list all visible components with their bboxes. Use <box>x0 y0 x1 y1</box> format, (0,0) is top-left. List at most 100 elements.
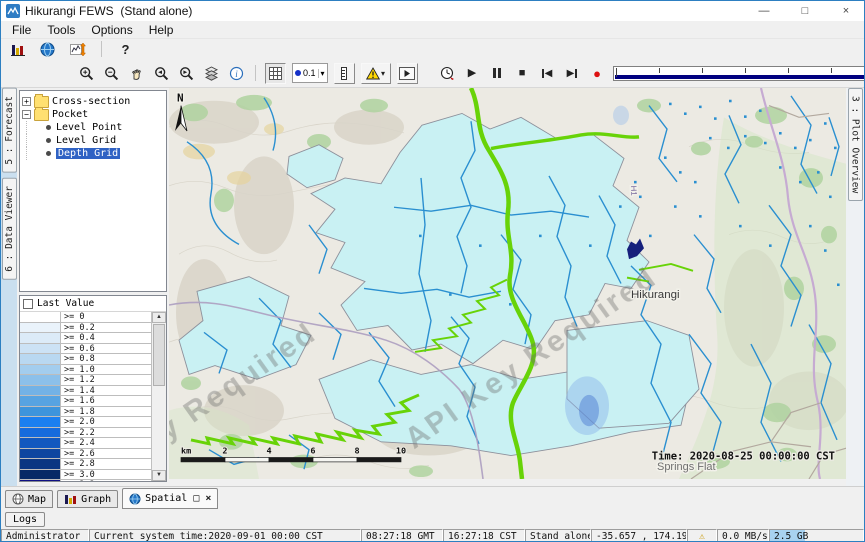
step-end-button[interactable]: ▶ <box>563 64 582 83</box>
close-button[interactable]: × <box>828 1 864 21</box>
legend-row-label: >= 1.2 <box>61 375 95 385</box>
legend-row[interactable]: >= 1.4 <box>20 386 151 397</box>
map-toolbar: i 0.1 ▾ ▾ ▶ ■ ◀ ▶ ● 2020-08-25 <box>1 59 864 88</box>
menu-help[interactable]: Help <box>141 23 182 37</box>
place-label-springs-flat: Springs Flat <box>657 461 716 473</box>
menu-tools[interactable]: Tools <box>39 23 83 37</box>
tab-forecast[interactable]: 5 : Forecast <box>2 88 17 173</box>
bullet-icon <box>46 138 51 143</box>
tree-item-level-point[interactable]: Level Point <box>22 121 164 134</box>
zoom-previous-button[interactable] <box>152 64 171 83</box>
threshold-combo[interactable]: 0.1 ▾ <box>292 63 328 83</box>
chevron-down-icon: ▾ <box>381 69 385 78</box>
title-bar[interactable]: Hikurangi FEWS (Stand alone) — □ × <box>1 1 864 21</box>
legend-row[interactable]: >= 0.8 <box>20 354 151 365</box>
tree-collapse-icon[interactable]: − <box>22 110 31 119</box>
main-toolbar: ? <box>1 39 864 59</box>
legend-row[interactable]: >= 0.6 <box>20 344 151 355</box>
legend-row[interactable]: >= 1.8 <box>20 407 151 418</box>
legend-row[interactable]: >= 2.6 <box>20 449 151 460</box>
tree-expand-icon[interactable]: + <box>22 97 31 106</box>
legend-row[interactable]: >= 0.4 <box>20 333 151 344</box>
pause-button[interactable] <box>488 64 507 83</box>
tree-item-level-grid[interactable]: Level Grid <box>22 134 164 147</box>
grid-display-button[interactable] <box>265 63 286 84</box>
legend-row-label: >= 1.6 <box>61 396 95 406</box>
tree-item-pocket[interactable]: − Pocket <box>22 108 164 121</box>
toolbar-separator <box>255 65 256 81</box>
status-segment-4: Stand alone <box>525 529 591 542</box>
minimize-button[interactable]: — <box>746 1 782 21</box>
time-slider-range <box>615 75 865 79</box>
help-button[interactable]: ? <box>116 40 135 59</box>
legend-row[interactable]: >= 1.2 <box>20 375 151 386</box>
spatial-display-button[interactable] <box>38 40 57 59</box>
layer-tree[interactable]: + Cross-section − Pocket Level Point Lev… <box>19 90 167 292</box>
legend-title: Last Value <box>37 298 94 309</box>
last-value-checkbox[interactable] <box>23 299 33 309</box>
tree-item-depth-grid[interactable]: Depth Grid <box>22 147 164 160</box>
restore-tab-button[interactable]: □ <box>193 493 199 504</box>
maximize-button[interactable]: □ <box>787 1 823 21</box>
menu-bar: File Tools Options Help <box>1 21 864 39</box>
tab-graph[interactable]: Graph <box>57 490 118 508</box>
pan-button[interactable] <box>127 64 146 83</box>
scroll-down-icon[interactable]: ▼ <box>152 470 166 481</box>
legend-swatch <box>20 386 61 396</box>
menu-file[interactable]: File <box>4 23 39 37</box>
tab-plot-overview[interactable]: 3 : Plot Overview <box>848 88 863 201</box>
stop-button[interactable]: ■ <box>513 64 532 83</box>
tab-spatial[interactable]: Spatial □ × <box>122 488 218 509</box>
legend-row[interactable]: >= 0 <box>20 312 151 323</box>
legend-panel: Last Value >= 0>= 0.2>= 0.4>= 0.6>= 0.8>… <box>19 295 167 482</box>
legend-row[interactable]: >= 3.0 <box>20 470 151 481</box>
thresholds-warning-button[interactable]: ▾ <box>361 63 391 84</box>
time-step-button[interactable] <box>438 64 457 83</box>
legend-row[interactable]: >= 2.0 <box>20 417 151 428</box>
menu-options[interactable]: Options <box>83 23 140 37</box>
close-tab-button[interactable]: × <box>205 493 211 504</box>
legend-row-label: >= 1.0 <box>61 365 95 375</box>
zoom-next-button[interactable] <box>177 64 196 83</box>
layers-button[interactable] <box>202 64 221 83</box>
legend-row[interactable]: >= 2.4 <box>20 438 151 449</box>
database-display-button[interactable] <box>8 40 27 59</box>
legend-row[interactable]: >= 2.2 <box>20 428 151 439</box>
tab-data-viewer[interactable]: 6 : Data Viewer <box>2 178 17 280</box>
legend-row-label: >= 2.6 <box>61 449 95 459</box>
timeseries-dialog-button[interactable] <box>68 40 87 59</box>
scrollbar-thumb[interactable] <box>153 324 165 386</box>
info-button[interactable]: i <box>227 64 246 83</box>
threshold-value: 0.1 <box>303 68 316 78</box>
globe-icon <box>129 493 141 505</box>
legend-row[interactable]: >= 1.6 <box>20 396 151 407</box>
scale-bar-label: 10 <box>396 446 406 456</box>
legend-row[interactable]: >= 3.2 <box>20 480 151 481</box>
legend-row[interactable]: >= 0.2 <box>20 323 151 334</box>
map-viewport[interactable]: API Key Required API Key Required Hikura… <box>169 88 846 486</box>
logs-button[interactable]: Logs <box>5 512 45 527</box>
record-button[interactable]: ● <box>588 64 607 83</box>
zoom-in-button[interactable] <box>77 64 96 83</box>
tab-map[interactable]: Map <box>5 490 53 508</box>
legend-row[interactable]: >= 1.0 <box>20 365 151 376</box>
status-segment-5: -35.657 , 174.199 <box>591 529 687 542</box>
zoom-out-button[interactable] <box>102 64 121 83</box>
tree-item-cross-section[interactable]: + Cross-section <box>22 95 164 108</box>
scroll-up-icon[interactable]: ▲ <box>152 312 166 323</box>
animation-export-button[interactable] <box>397 63 418 84</box>
map-canvas[interactable]: API Key Required API Key Required Hikura… <box>169 88 846 479</box>
tab-map-label: Map <box>28 494 46 505</box>
scale-ruler-button[interactable] <box>334 63 355 84</box>
step-begin-button[interactable]: ◀ <box>538 64 557 83</box>
legend-swatch <box>20 354 61 364</box>
bullet-icon <box>46 125 51 130</box>
legend-swatch <box>20 449 61 459</box>
time-slider[interactable] <box>613 66 865 81</box>
bar-chart-icon <box>64 493 77 505</box>
status-segment-2: 08:27:18 GMT <box>361 529 443 542</box>
legend-scrollbar[interactable]: ▲ ▼ <box>151 312 166 481</box>
play-button[interactable]: ▶ <box>463 64 482 83</box>
status-segment-1: Current system time:2020-09-01 00:00 CST <box>89 529 361 542</box>
legend-row[interactable]: >= 2.8 <box>20 459 151 470</box>
